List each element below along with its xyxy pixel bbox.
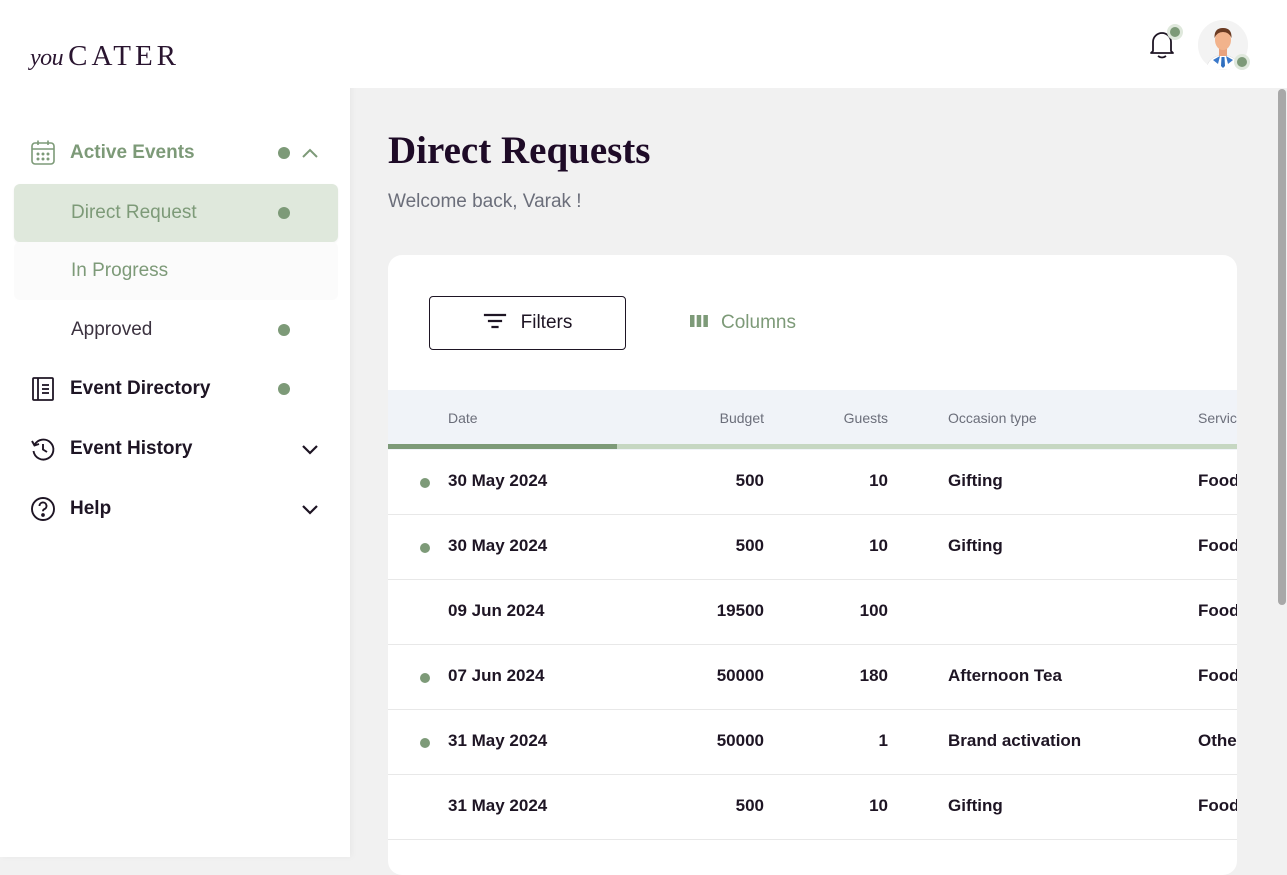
directory-icon [30, 376, 56, 402]
sidebar-item-direct-request[interactable]: Direct Request [14, 184, 338, 242]
sidebar-item-event-directory[interactable]: Event Directory [14, 360, 338, 418]
sidebar-item-approved[interactable]: Approved [14, 301, 338, 359]
table-row[interactable]: 07 Jun 2024 50000 180 Afternoon Tea Food [388, 645, 1237, 710]
top-bar [350, 0, 1287, 88]
cell-occasion-type: Afternoon Tea [948, 666, 1062, 685]
brand-logo[interactable]: you CATER [30, 40, 180, 73]
cell-date: 31 May 2024 [448, 731, 548, 750]
cell-date: 31 May 2024 [448, 796, 548, 815]
cell-occasion-type: Gifting [948, 536, 1003, 555]
cell-date: 30 May 2024 [448, 536, 548, 555]
table-row[interactable]: 30 May 2024 500 10 Gifting Food [388, 515, 1237, 580]
sidebar-item-label: Direct Request [71, 202, 197, 223]
cell-guests: 100 [859, 601, 888, 620]
chevron-down-icon[interactable] [300, 439, 320, 459]
table-scroll-progress-fill [388, 444, 618, 449]
new-indicator-dot [420, 543, 430, 553]
cell-budget: 500 [735, 471, 764, 490]
cell-occasion-type: Gifting [948, 796, 1003, 815]
column-header-date[interactable]: Date [448, 410, 478, 426]
notification-dot [278, 147, 290, 159]
notification-dot [278, 324, 290, 336]
chevron-down-icon[interactable] [300, 499, 320, 519]
sidebar-item-event-history[interactable]: Event History [14, 420, 338, 478]
table-row[interactable]: 31 May 2024 50000 1 Brand activation Othe [388, 710, 1237, 775]
online-status-dot [1234, 54, 1250, 70]
new-indicator-dot [420, 478, 430, 488]
history-icon [30, 436, 56, 462]
cell-budget: 50000 [716, 731, 764, 750]
logo-script: you [30, 45, 64, 71]
sidebar-item-help[interactable]: Help [14, 480, 338, 538]
table-header: Date Budget Guests Occasion type Servic [388, 390, 1237, 450]
cell-service: Food [1198, 601, 1237, 620]
cell-date: 07 Jun 2024 [448, 666, 545, 685]
cell-service: Food [1198, 666, 1237, 685]
cell-guests: 10 [869, 796, 888, 815]
cell-date: 09 Jun 2024 [448, 601, 545, 620]
cell-budget: 500 [735, 796, 764, 815]
new-indicator-dot [420, 673, 430, 683]
chevron-up-icon[interactable] [300, 143, 320, 163]
notification-dot [278, 207, 290, 219]
requests-card: Filters Columns Date Budget Guests Occas… [388, 255, 1237, 875]
sidebar-item-label: Active Events [70, 142, 195, 163]
sidebar: you CATER Active Events Direct Request I… [0, 0, 350, 857]
column-header-occasion-type[interactable]: Occasion type [948, 410, 1037, 426]
cell-service: Food [1198, 796, 1237, 815]
main-content: Direct Requests Welcome back, Varak ! Fi… [350, 88, 1287, 875]
cell-occasion-type: Gifting [948, 471, 1003, 490]
sidebar-item-active-events[interactable]: Active Events [14, 124, 338, 182]
notification-dot [278, 383, 290, 395]
table-row[interactable]: 31 May 2024 500 10 Gifting Food [388, 775, 1237, 840]
cell-service: Othe [1198, 731, 1237, 750]
logo-main: CATER [68, 40, 180, 72]
notification-dot [1167, 24, 1183, 40]
cell-service: Food [1198, 471, 1237, 490]
column-header-guests[interactable]: Guests [808, 410, 888, 426]
columns-label: Columns [721, 312, 796, 333]
cell-date: 30 May 2024 [448, 471, 548, 490]
cell-guests: 180 [859, 666, 888, 685]
new-indicator-dot [420, 738, 430, 748]
cell-guests: 1 [878, 731, 888, 750]
cell-budget: 500 [735, 536, 764, 555]
table-row[interactable]: 30 May 2024 500 10 Gifting Food [388, 450, 1237, 515]
cell-budget: 50000 [716, 666, 764, 685]
columns-icon [689, 314, 709, 333]
columns-button[interactable]: Columns [689, 296, 796, 350]
table-row[interactable]: 09 Jun 2024 19500 100 Food [388, 580, 1237, 645]
cell-occasion-type: Brand activation [948, 731, 1082, 750]
help-icon [30, 496, 56, 522]
cell-guests: 10 [869, 536, 888, 555]
cell-guests: 10 [869, 471, 888, 490]
page-scrollbar[interactable] [1277, 88, 1287, 857]
cell-service: Food [1198, 536, 1237, 555]
page-title: Direct Requests [388, 129, 651, 172]
column-header-budget[interactable]: Budget [688, 410, 764, 426]
sidebar-item-label: Approved [71, 319, 153, 340]
calendar-icon [30, 140, 56, 166]
sidebar-item-label: Event Directory [70, 378, 211, 399]
filter-icon [483, 312, 507, 335]
sidebar-item-label: In Progress [71, 260, 169, 281]
sidebar-item-label: Event History [70, 438, 193, 459]
welcome-message: Welcome back, Varak ! [388, 191, 582, 212]
filters-label: Filters [520, 312, 573, 333]
column-header-service[interactable]: Servic [1198, 410, 1237, 426]
sidebar-item-label: Help [70, 498, 112, 519]
sidebar-item-in-progress[interactable]: In Progress [14, 242, 338, 300]
filters-button[interactable]: Filters [429, 296, 626, 350]
table-scroll-progress [388, 444, 1237, 449]
cell-budget: 19500 [716, 601, 764, 620]
scrollbar-thumb[interactable] [1278, 89, 1286, 605]
